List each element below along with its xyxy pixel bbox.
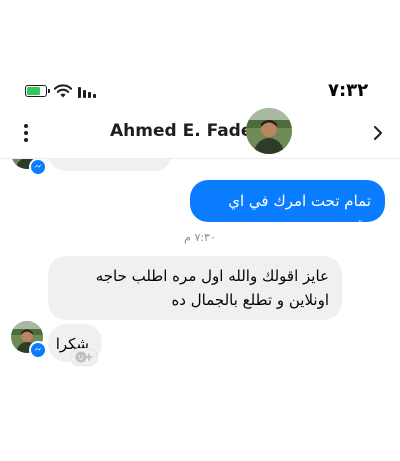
message-list[interactable]: تمام تحت امرك في اي وقت ٧:٣٠ م عايز اقول… [0,159,400,461]
status-bar: ٧:٣٢ [0,0,400,108]
conversation-header: Ahmed E. Fadel [0,108,400,159]
message-timestamp: ٧:٣٠ م [184,231,216,244]
messenger-badge-icon [29,159,47,176]
message-bubble-partial[interactable] [48,159,172,171]
chevron-right-icon [374,126,382,140]
signal-icon [78,87,96,98]
smiley-plus-icon [75,351,93,363]
message-text: عايز اقولك والله اول مره اطلب حاجه اونلا… [95,267,329,309]
message-text: تمام تحت امرك في اي وقت [228,192,371,234]
back-button[interactable] [366,120,390,146]
contact-name[interactable]: Ahmed E. Fadel [110,121,258,141]
wifi-icon [53,84,73,98]
message-bubble-outgoing[interactable]: تمام تحت امرك في اي وقت [190,180,385,234]
status-time: ٧:٣٢ [328,80,369,101]
contact-avatar[interactable] [246,108,292,154]
message-bubble-incoming[interactable]: عايز اقولك والله اول مره اطلب حاجه اونلا… [48,256,342,320]
add-reaction-button[interactable] [70,348,98,366]
more-vertical-icon [24,124,28,142]
more-button[interactable] [16,122,36,144]
messenger-badge-icon [29,341,47,359]
battery-charging-icon [25,85,50,97]
